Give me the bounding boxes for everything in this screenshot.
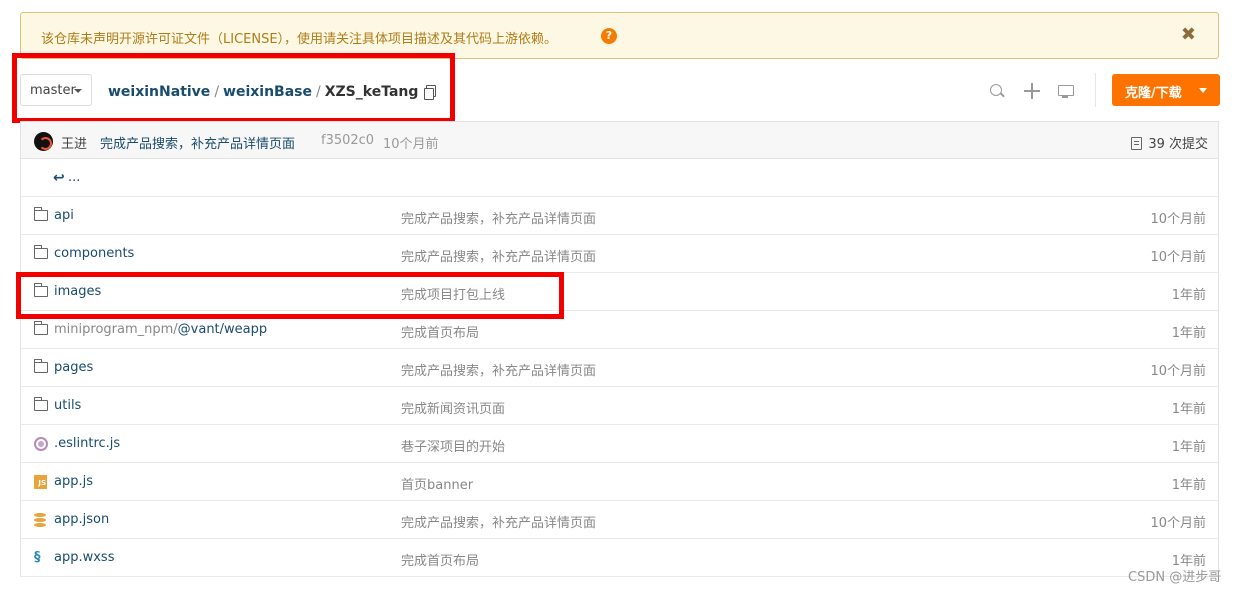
add-icon[interactable] [1023, 82, 1041, 100]
clone-download-button[interactable]: 克隆/下载 [1112, 74, 1220, 106]
file-row[interactable]: app.json 完成产品搜索，补充产品详情页面 10个月前 [21, 501, 1218, 539]
folder-icon [34, 359, 48, 373]
file-row[interactable]: pages 完成产品搜索，补充产品详情页面 10个月前 [21, 349, 1218, 387]
folder-icon [34, 245, 48, 259]
json-file-icon [34, 513, 46, 527]
parent-directory-row[interactable]: ↩ ... [21, 159, 1218, 197]
file-time: 10个月前 [1150, 364, 1206, 379]
close-icon[interactable]: ✖ [1181, 24, 1196, 45]
file-commit-message[interactable]: 巷子深项目的开始 [401, 436, 505, 455]
folder-icon [34, 397, 48, 411]
clone-download-label: 克隆/下载 [1125, 86, 1182, 101]
file-row[interactable]: api 完成产品搜索，补充产品详情页面 10个月前 [21, 197, 1218, 235]
file-commit-message[interactable]: 完成产品搜索，补充产品详情页面 [401, 360, 596, 379]
css-file-icon: § [34, 550, 41, 565]
commit-author[interactable]: 王进 [61, 133, 87, 152]
license-notice: 该仓库未声明开源许可证文件（LICENSE），使用请关注具体项目描述及其代码上游… [20, 12, 1219, 59]
file-row[interactable]: .eslintrc.js 巷子深项目的开始 1年前 [21, 425, 1218, 463]
file-name[interactable]: pages [54, 360, 93, 375]
commit-count-link[interactable]: 39 次提交 [1131, 133, 1208, 152]
book-icon [1131, 137, 1143, 150]
parent-directory-label: ... [68, 170, 81, 185]
file-time: 10个月前 [1150, 212, 1206, 227]
file-commit-message[interactable]: 完成新闻资讯页面 [401, 398, 505, 417]
file-row[interactable]: JS app.js 首页banner 1年前 [21, 463, 1218, 501]
file-list: ↩ ... api 完成产品搜索，补充产品详情页面 10个月前 componen… [20, 159, 1219, 577]
file-name[interactable]: app.json [54, 512, 109, 527]
file-name[interactable]: app.wxss [54, 550, 114, 565]
folder-icon [34, 207, 48, 221]
file-commit-message[interactable]: 完成首页布局 [401, 322, 479, 341]
file-commit-message[interactable]: 完成产品搜索，补充产品详情页面 [401, 246, 596, 265]
file-name-prefix: miniprogram_npm/ [54, 322, 178, 337]
file-name-leaf: @vant/weapp [177, 322, 268, 337]
file-time: 10个月前 [1150, 250, 1206, 265]
file-time: 10个月前 [1150, 516, 1206, 531]
highlight-box-images-row [16, 272, 564, 319]
file-time: 1年前 [1171, 326, 1206, 341]
commit-time: 10个月前 [383, 137, 439, 152]
avatar[interactable] [34, 132, 53, 151]
commit-message[interactable]: 完成产品搜索，补充产品详情页面 [100, 133, 295, 152]
file-time: 1年前 [1171, 440, 1206, 455]
web-ide-icon[interactable] [1056, 82, 1074, 100]
file-name[interactable]: .eslintrc.js [54, 436, 120, 451]
file-name[interactable]: utils [54, 398, 81, 413]
watermark: CSDN @进步哥 [1128, 570, 1222, 585]
back-arrow-icon: ↩ [53, 170, 65, 186]
chevron-down-icon [1199, 88, 1207, 93]
license-notice-text: 该仓库未声明开源许可证文件（LICENSE），使用请关注具体项目描述及其代码上游… [41, 32, 558, 47]
file-name[interactable]: api [54, 208, 74, 223]
file-row[interactable]: § app.wxss 完成首页布局 1年前 [21, 539, 1218, 577]
file-time: 1年前 [1171, 478, 1206, 493]
file-name[interactable]: app.js [54, 474, 93, 489]
highlight-box-breadcrumb [12, 53, 455, 123]
file-name[interactable]: components [54, 246, 134, 261]
file-name[interactable]: miniprogram_npm/@vant/weapp [54, 322, 267, 337]
eslint-icon [34, 437, 48, 451]
help-icon[interactable]: ? [601, 28, 617, 44]
file-time: 1年前 [1171, 402, 1206, 417]
file-commit-message[interactable]: 首页banner [401, 474, 473, 493]
search-icon[interactable] [988, 82, 1006, 100]
js-file-icon: JS [34, 475, 47, 489]
commit-count: 39 次提交 [1148, 137, 1208, 152]
file-commit-message[interactable]: 完成首页布局 [401, 550, 479, 569]
toolbar-divider [1095, 73, 1096, 107]
file-commit-message[interactable]: 完成产品搜索，补充产品详情页面 [401, 208, 596, 227]
file-time: 1年前 [1171, 288, 1206, 303]
latest-commit-bar: 王进 完成产品搜索，补充产品详情页面 f3502c0 10个月前 39 次提交 [20, 121, 1219, 159]
file-row[interactable]: utils 完成新闻资讯页面 1年前 [21, 387, 1218, 425]
commit-hash[interactable]: f3502c0 [321, 133, 374, 148]
file-commit-message[interactable]: 完成产品搜索，补充产品详情页面 [401, 512, 596, 531]
file-row[interactable]: components 完成产品搜索，补充产品详情页面 10个月前 [21, 235, 1218, 273]
folder-icon [34, 321, 48, 335]
